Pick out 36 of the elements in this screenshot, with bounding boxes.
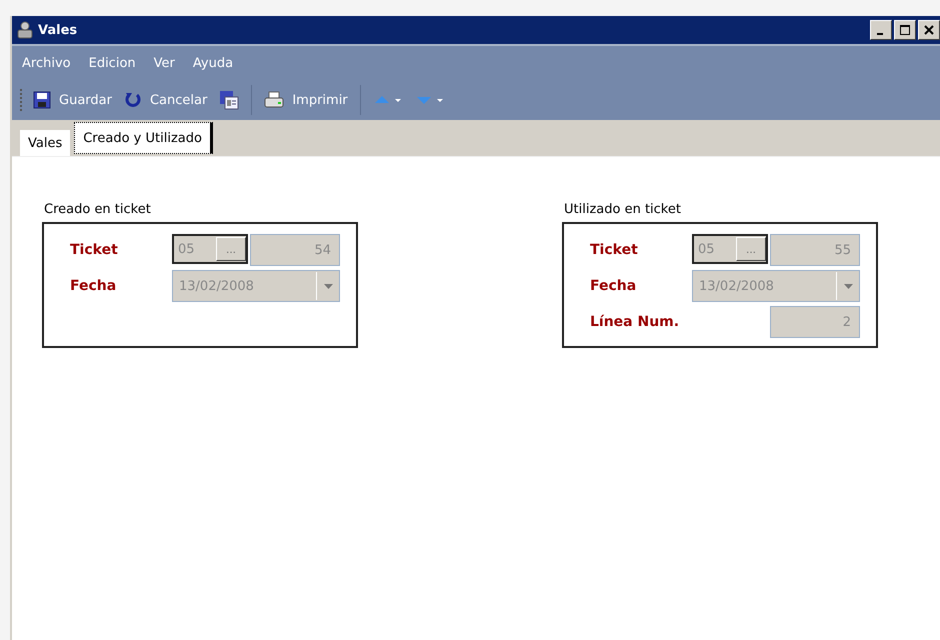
toolbar-button[interactable]: Guardar <box>29 89 116 111</box>
group-title: Creado en ticket <box>43 202 152 217</box>
menu-item[interactable]: Ayuda <box>192 56 234 70</box>
browse-button[interactable]: ... <box>216 237 246 261</box>
menu-item[interactable]: Archivo <box>22 56 71 70</box>
series-field[interactable]: 05 ... <box>692 234 768 264</box>
field-label: Ticket <box>70 242 119 258</box>
dropdown-arrow-icon <box>324 284 332 288</box>
date-dropdown[interactable]: 13/02/2008 <box>692 270 860 302</box>
close-button[interactable] <box>918 20 940 40</box>
group-title: Utilizado en ticket <box>563 202 682 217</box>
floppy-form-icon <box>219 90 240 110</box>
menu-item[interactable]: Edicion <box>88 56 136 70</box>
field-label: Fecha <box>590 278 638 294</box>
field-label: Línea Num. <box>590 314 680 330</box>
browse-button[interactable]: ... <box>736 237 766 261</box>
toolbar-button[interactable]: Imprimir <box>260 89 352 111</box>
menu-item[interactable]: Ver <box>154 56 175 70</box>
maximize-icon <box>900 25 910 35</box>
tab[interactable]: Vales <box>20 130 70 156</box>
minimize-button[interactable] <box>870 20 892 40</box>
maximize-button[interactable] <box>894 20 916 40</box>
field-label: Ticket <box>590 242 639 258</box>
minimize-icon <box>876 33 882 35</box>
undo-icon <box>124 91 142 109</box>
app-icon <box>16 21 34 39</box>
dropdown-arrow-icon <box>844 284 852 288</box>
toolbar-button[interactable]: Cancelar <box>120 89 212 111</box>
toolbar-grip <box>20 89 25 111</box>
printer-icon <box>264 91 284 109</box>
window-title: Vales <box>38 22 78 38</box>
series-field[interactable]: 05 ... <box>172 234 248 264</box>
close-icon <box>924 25 934 35</box>
date-dropdown[interactable]: 13/02/2008 <box>172 270 340 302</box>
tab[interactable]: Creado y Utilizado <box>74 122 213 154</box>
field-label: Fecha <box>70 278 118 294</box>
